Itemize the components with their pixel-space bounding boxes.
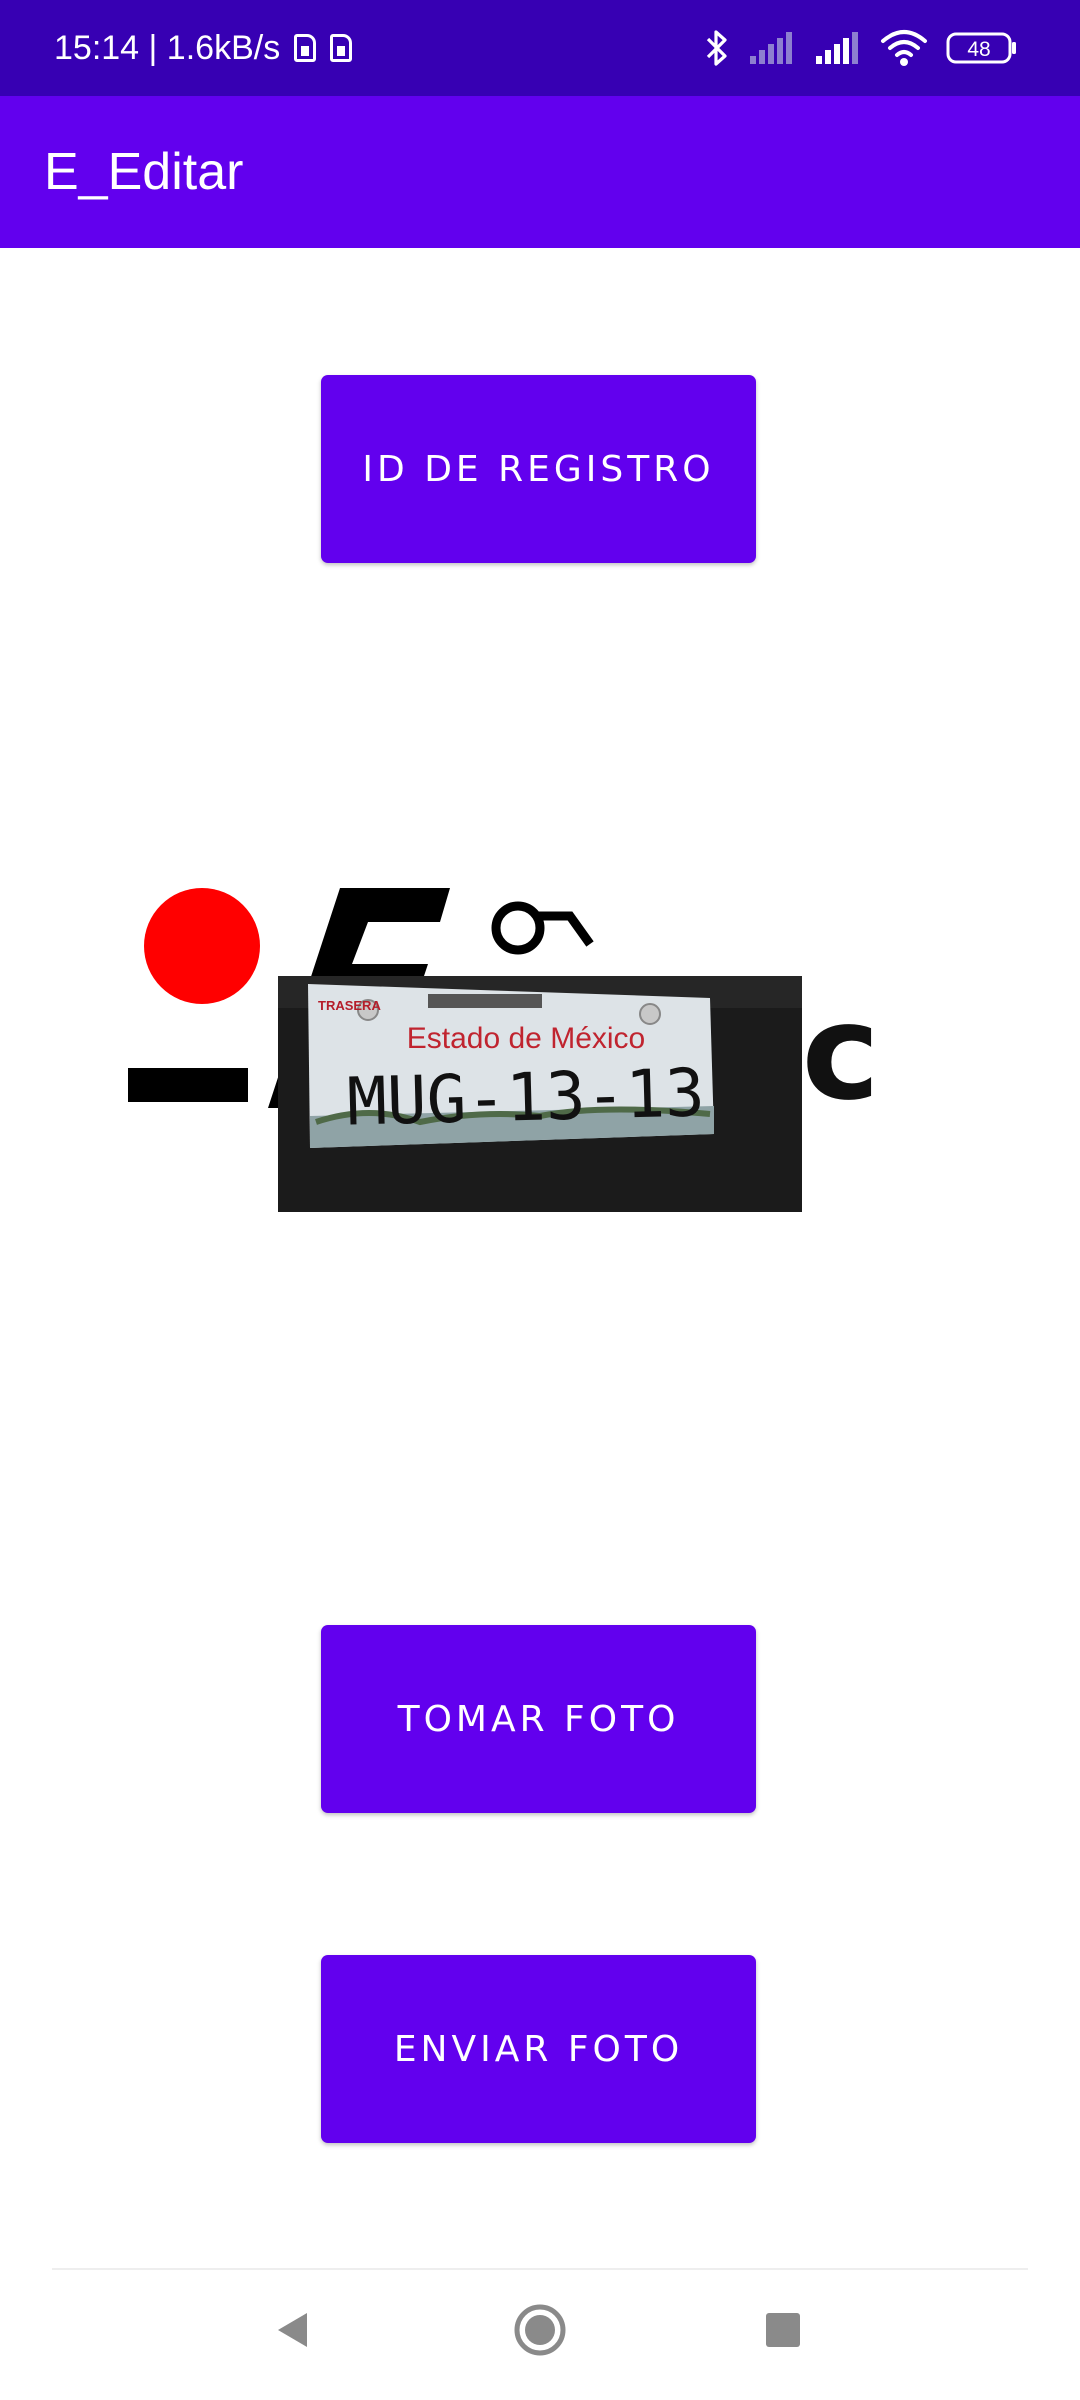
logo-red-dot [144, 888, 260, 1004]
home-icon [514, 2304, 566, 2356]
signal-icon [816, 32, 858, 64]
navigation-bar [0, 2270, 1080, 2400]
plate-corner-label: TRASERA [318, 998, 381, 1013]
status-left: 15:14 | 1.6kB/s [54, 0, 353, 96]
photo-preview-image: ec TRASERA Estado de México MUG-13-13 [128, 888, 880, 1212]
recents-icon [766, 2313, 800, 2347]
battery-icon: 48 [946, 32, 1016, 64]
back-icon [278, 2313, 307, 2347]
plate-state: Estado de México [407, 1022, 645, 1055]
sim-card-icon [294, 34, 317, 62]
tomar-foto-button[interactable]: TOMAR FOTO [321, 1625, 756, 1813]
sim-card-icon [330, 34, 353, 62]
logo-ring [491, 901, 545, 955]
logo-stroke [538, 911, 594, 947]
signal-icon [750, 32, 792, 64]
back-button[interactable] [243, 2290, 343, 2370]
app-bar: E_Editar [0, 96, 1080, 248]
id-registro-button[interactable]: ID DE REGISTRO [321, 375, 756, 563]
page-title: E_Editar [44, 143, 244, 201]
logo-bar [128, 1068, 248, 1102]
status-right: 48 [704, 0, 1018, 96]
enviar-foto-button[interactable]: ENVIAR FOTO [321, 1955, 756, 2143]
wifi-icon [881, 30, 927, 66]
bluetooth-icon [706, 30, 727, 66]
status-bar: 15:14 | 1.6kB/s 48 [0, 0, 1080, 96]
plate-number: MUG-13-13 [346, 1054, 706, 1140]
recents-button[interactable] [733, 2290, 833, 2370]
battery-level: 48 [967, 38, 990, 61]
status-time-speed: 15:14 | 1.6kB/s [54, 28, 281, 67]
home-button[interactable] [490, 2290, 590, 2370]
photo-preview: ec TRASERA Estado de México MUG-13-13 [120, 860, 980, 1240]
license-plate-photo: TRASERA Estado de México MUG-13-13 [278, 976, 802, 1212]
